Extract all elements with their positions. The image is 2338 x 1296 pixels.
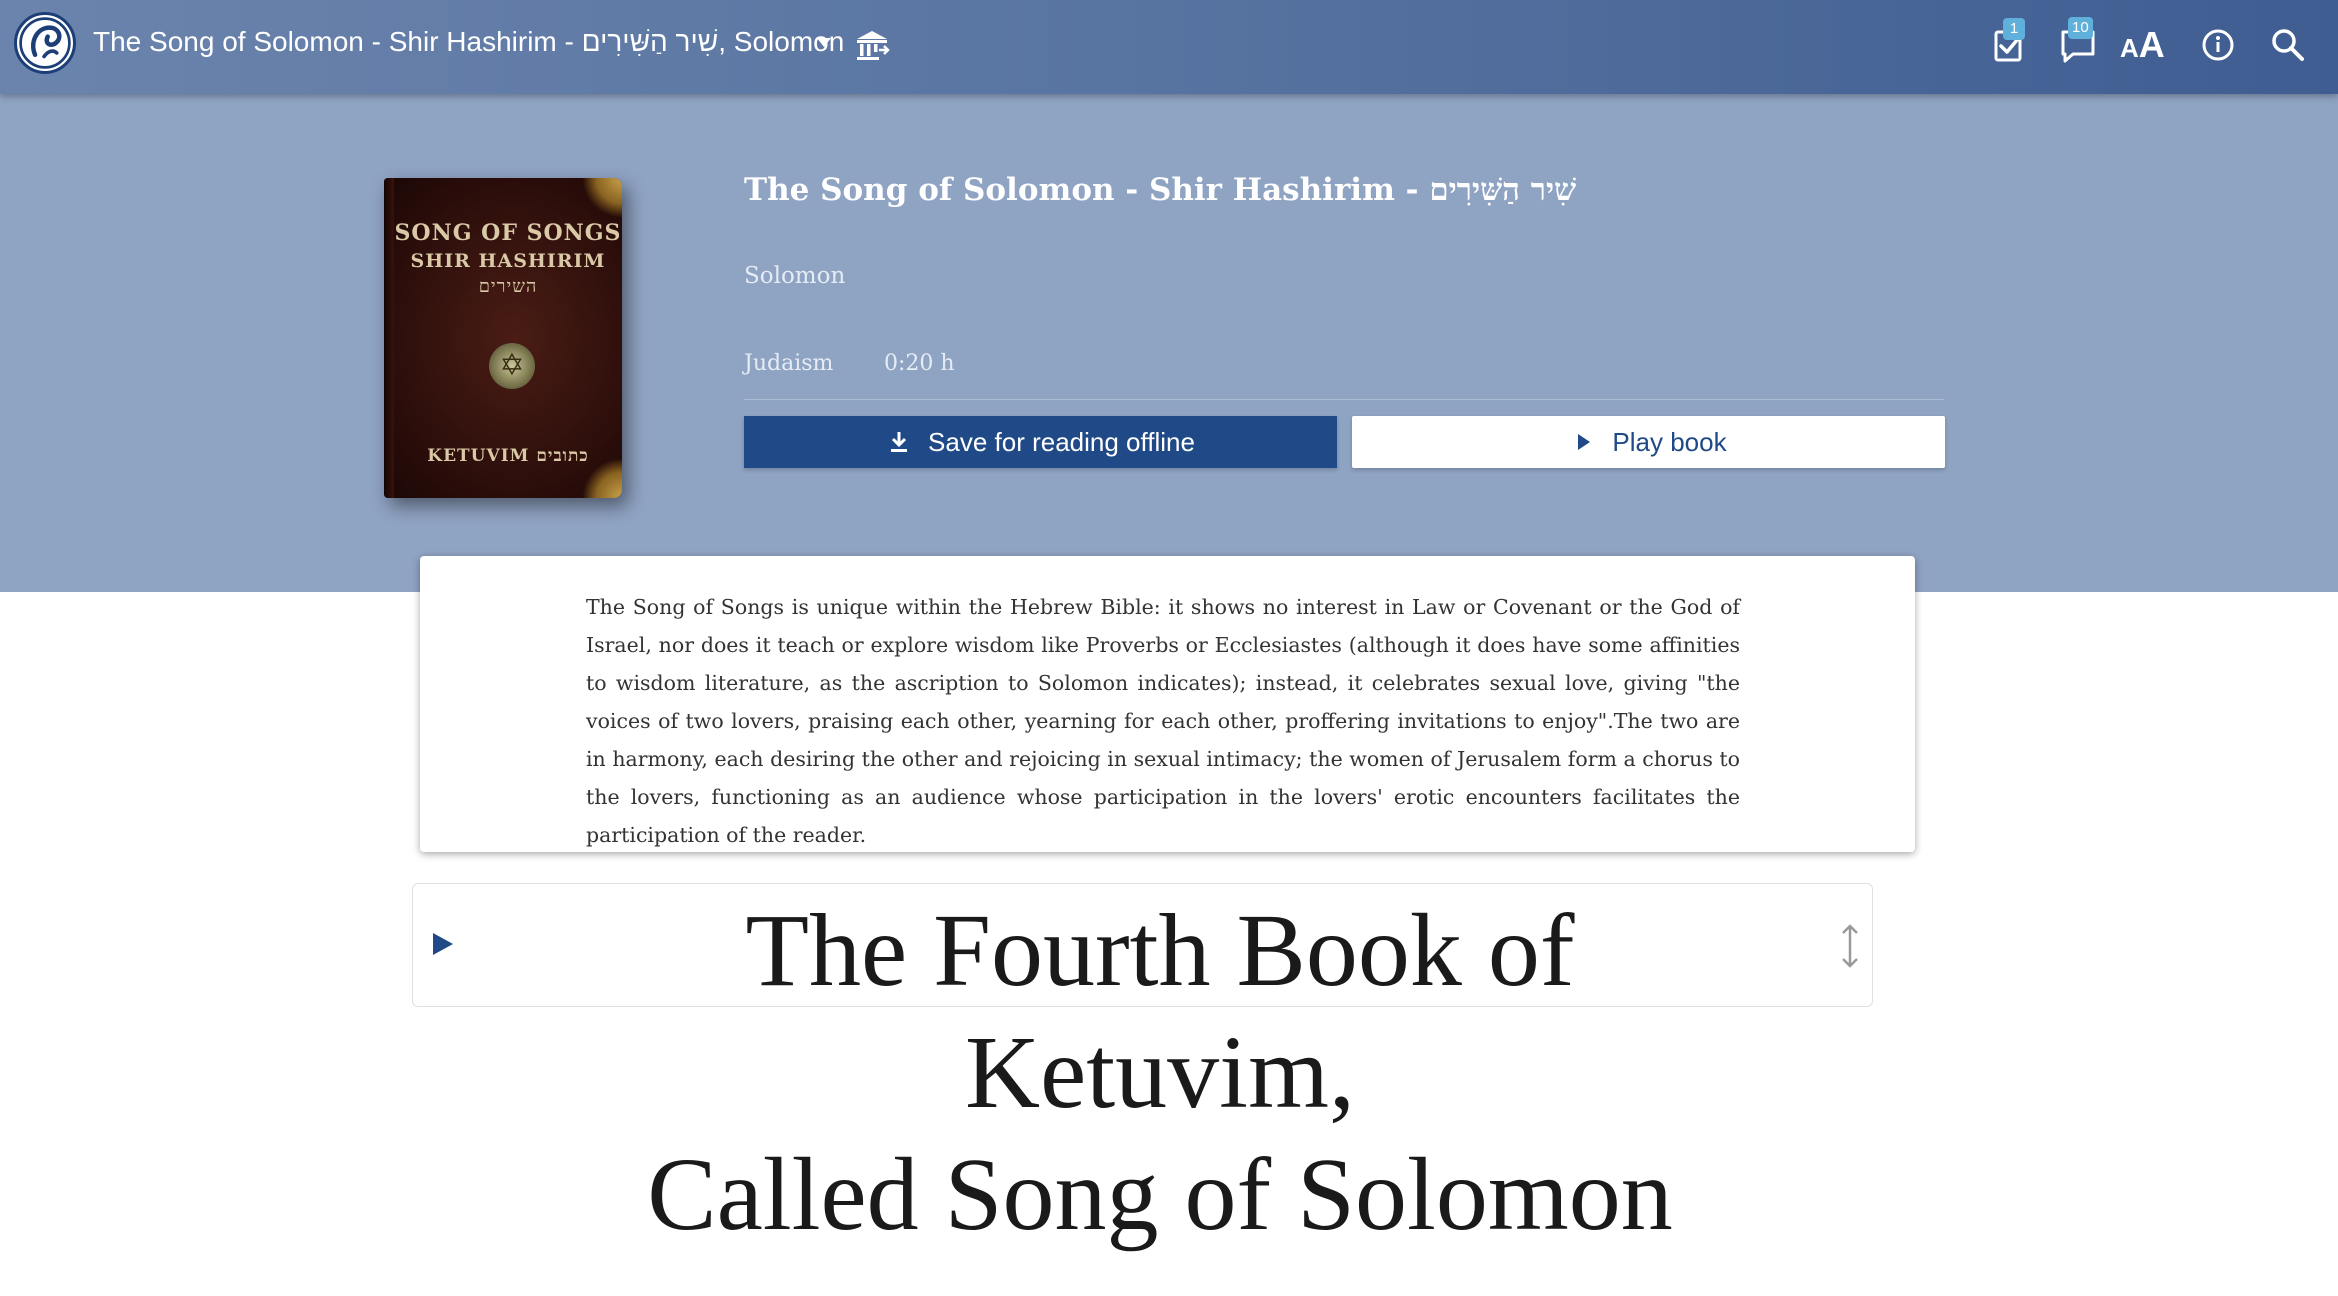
chapter-title-line-2: Ketuvim, (965, 1015, 1355, 1130)
app-bar-title[interactable]: The Song of Solomon - Shir Hashirim - שִ… (93, 22, 844, 62)
book-meta: Judaism 0:20 h (744, 348, 955, 380)
library-icon[interactable] (853, 26, 891, 64)
header-divider (744, 399, 1944, 400)
tasks-badge: 1 (2003, 18, 2025, 40)
logo-icon[interactable] (14, 12, 76, 74)
cover-corner-ornament (582, 178, 622, 218)
book-category[interactable]: Judaism (744, 351, 833, 376)
chapter-title-line-3: Called Song of Solomon (647, 1137, 1673, 1252)
search-icon[interactable] (2265, 22, 2311, 68)
chapter-title-line-1: The Fourth Book of (745, 893, 1575, 1008)
description-card: The Song of Songs is unique within the H… (420, 556, 1915, 852)
book-duration: 0:20 h (884, 351, 955, 376)
cover-footer: KETUVIM כתובים (427, 446, 589, 466)
comments-badge: 10 (2068, 17, 2093, 39)
book-cover[interactable]: SONG OF SONGS SHIR HASHIRIM השירים ✡ KET… (384, 178, 622, 498)
cover-spine (384, 178, 394, 498)
chevron-down-icon[interactable] (817, 38, 831, 47)
cover-subtitle: SHIR HASHIRIM (410, 250, 606, 272)
book-description: The Song of Songs is unique within the H… (586, 595, 1740, 847)
cover-title: SONG OF SONGS (394, 220, 622, 246)
chapter-title: The Fourth Book of Ketuvim, Called Song … (560, 890, 1760, 1256)
info-icon[interactable] (2195, 22, 2241, 68)
app-bar: The Song of Solomon - Shir Hashirim - שִ… (0, 0, 2338, 94)
save-offline-label: Save for reading offline (928, 426, 1195, 457)
play-icon (1578, 434, 1591, 450)
chapter-play-icon[interactable] (429, 929, 457, 959)
book-title: The Song of Solomon - Shir Hashirim - שִ… (744, 172, 1577, 208)
save-offline-button[interactable]: Save for reading offline (744, 416, 1337, 468)
book-author[interactable]: Solomon (744, 260, 845, 292)
cover-hebrew-title: השירים (478, 276, 538, 297)
resize-handle-icon[interactable] (1836, 922, 1864, 970)
font-size-small-label: A (2120, 33, 2139, 63)
font-size-icon[interactable]: AA (2120, 22, 2165, 68)
font-size-big-label: A (2138, 24, 2165, 65)
star-of-david-icon: ✡ (489, 343, 535, 389)
play-book-button[interactable]: Play book (1352, 416, 1945, 468)
play-book-label: Play book (1612, 426, 1727, 457)
download-icon (891, 432, 908, 452)
